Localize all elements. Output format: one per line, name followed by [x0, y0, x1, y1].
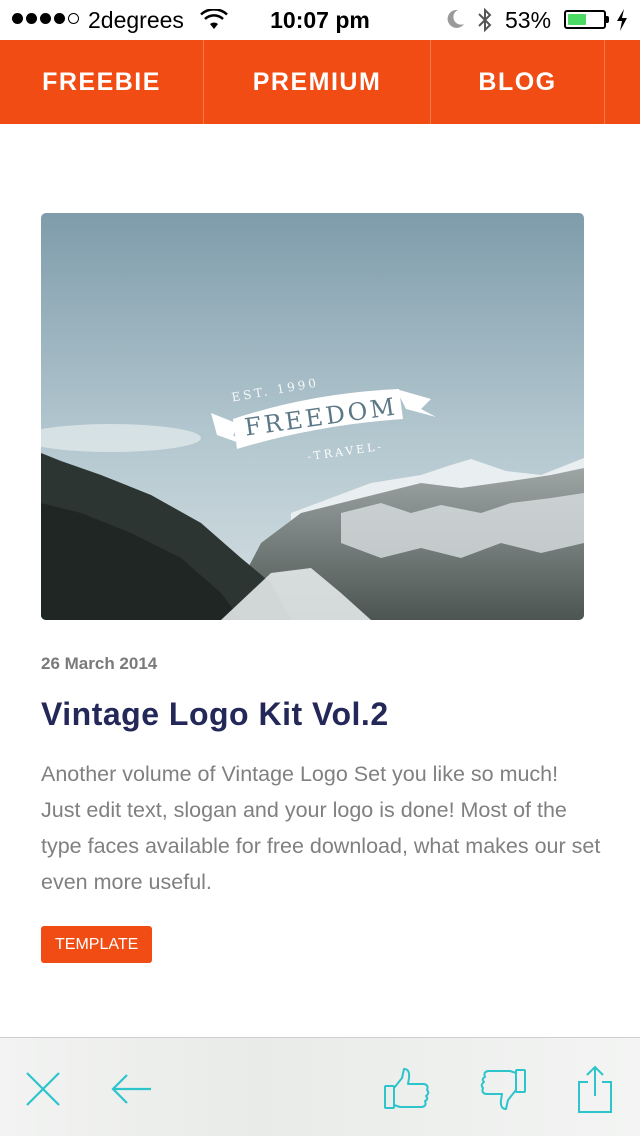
close-button[interactable] — [16, 1062, 70, 1116]
share-button[interactable] — [568, 1062, 622, 1116]
article-description: Another volume of Vintage Logo Set you l… — [41, 762, 601, 894]
close-icon — [26, 1072, 60, 1106]
top-navigation: FREEBIE PREMIUM BLOG — [0, 40, 640, 124]
thumbs-down-icon — [480, 1069, 526, 1110]
nav-item-premium[interactable]: PREMIUM — [204, 40, 431, 124]
share-icon — [578, 1065, 612, 1113]
battery-icon — [564, 10, 606, 29]
dislike-button[interactable] — [476, 1062, 530, 1116]
status-bar: 2degrees 10:07 pm 53% — [0, 0, 640, 40]
nav-item-more[interactable] — [605, 40, 640, 124]
nav-item-freebie[interactable]: FREEBIE — [0, 40, 204, 124]
battery-percent: 53% — [505, 7, 552, 33]
article-date: 26 March 2014 — [41, 654, 158, 673]
like-button[interactable] — [380, 1062, 434, 1116]
thumbs-up-icon — [384, 1068, 430, 1109]
charging-icon — [617, 9, 627, 31]
bottom-toolbar — [0, 1037, 640, 1136]
article-image[interactable]: EST. 1990 FREEDOM -TRAVEL- — [41, 213, 584, 620]
moon-icon — [447, 9, 464, 28]
bluetooth-icon — [478, 7, 492, 33]
battery-tip — [606, 16, 609, 23]
nav-item-blog[interactable]: BLOG — [431, 40, 605, 124]
article-title[interactable]: Vintage Logo Kit Vol.2 — [41, 696, 389, 733]
back-button[interactable] — [104, 1062, 158, 1116]
back-arrow-icon — [111, 1074, 151, 1104]
tag-template[interactable]: TEMPLATE — [41, 926, 153, 963]
